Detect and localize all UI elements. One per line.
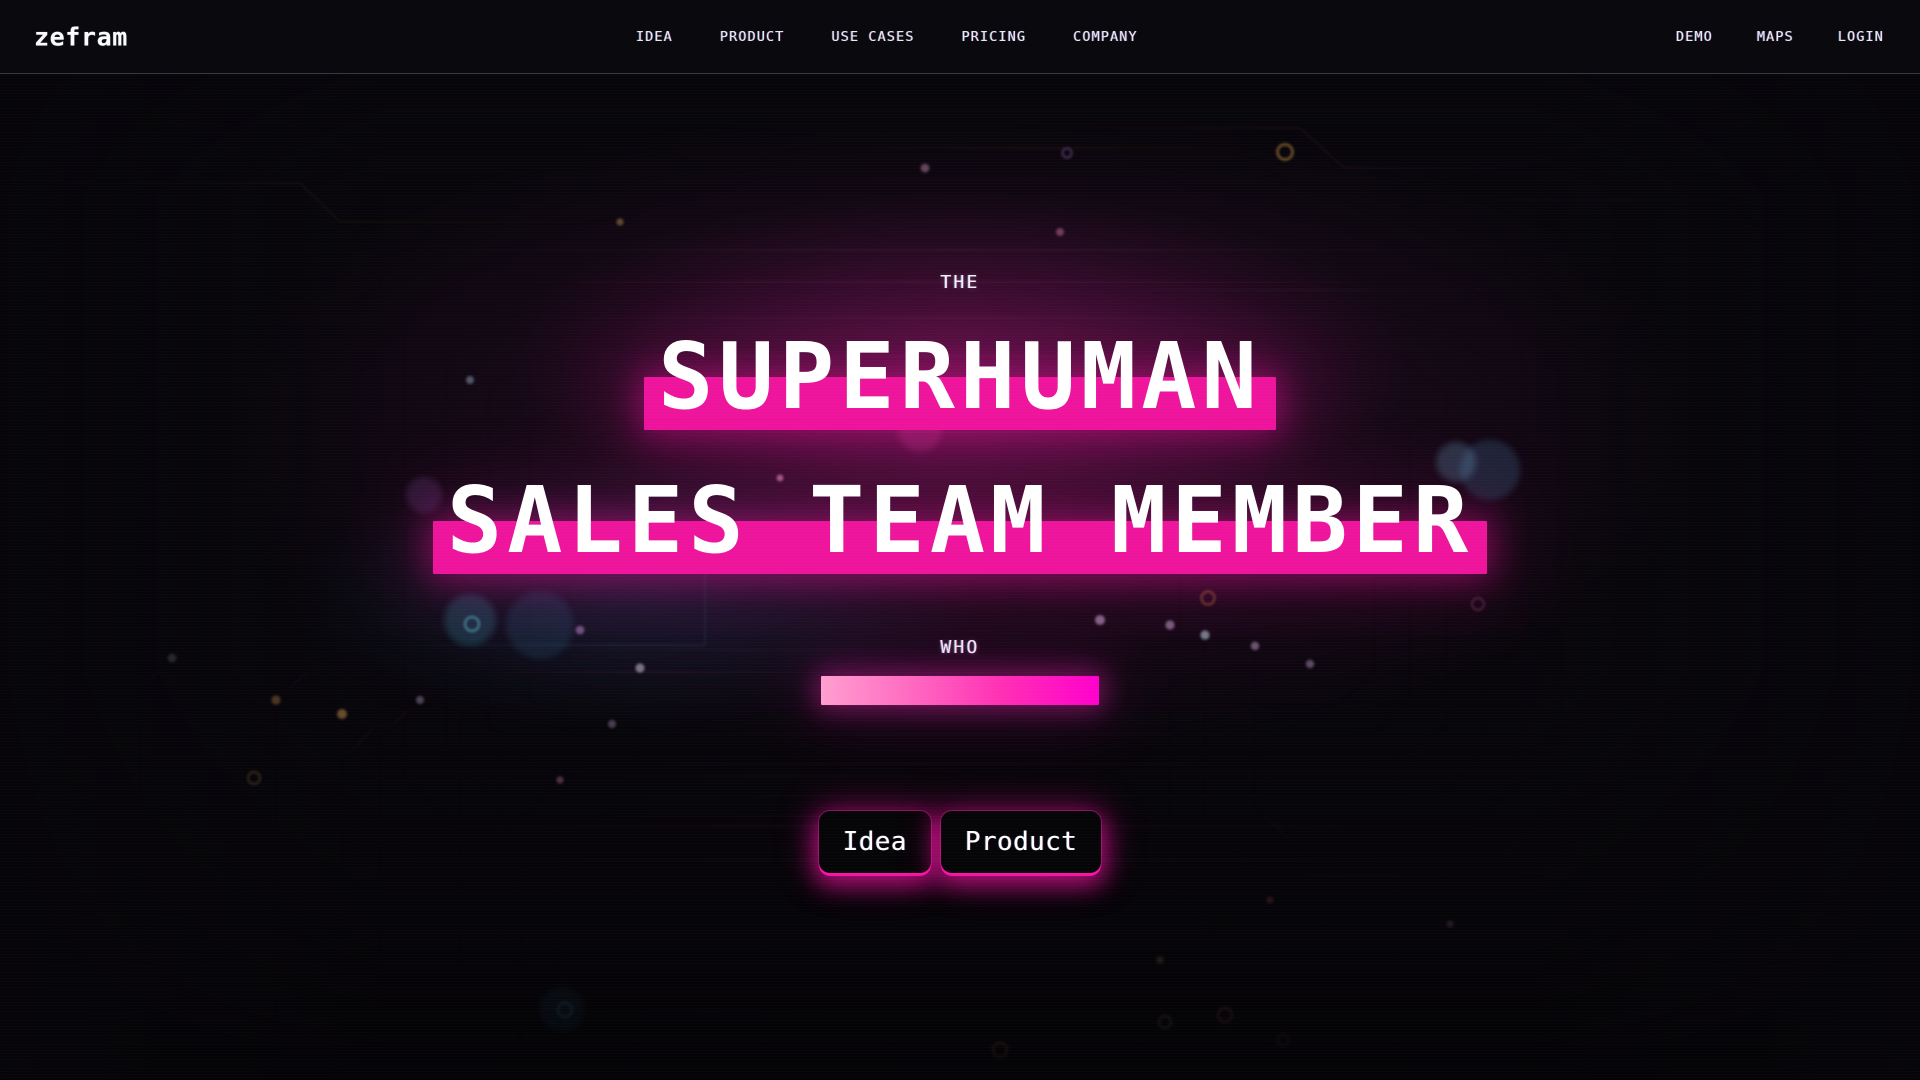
nav-item-maps[interactable]: MAPS (1757, 29, 1794, 45)
page-root: zefram IDEA PRODUCT USE CASES PRICING CO… (0, 0, 1920, 1080)
primary-navigation: IDEA PRODUCT USE CASES PRICING COMPANY (636, 29, 1138, 45)
nav-item-product[interactable]: PRODUCT (720, 29, 785, 45)
hero-headline-line-1-wrap: SUPERHUMAN (0, 293, 1920, 431)
site-header: zefram IDEA PRODUCT USE CASES PRICING CO… (0, 0, 1920, 74)
hero-headline-line-2: SALES TEAM MEMBER (446, 467, 1474, 574)
hero-kicker-bottom: WHO (940, 637, 980, 658)
hero-headline-line-2-wrap: SALES TEAM MEMBER (0, 423, 1920, 575)
nav-item-idea[interactable]: IDEA (636, 29, 673, 45)
hero-cta-group: Idea Product (818, 811, 1102, 873)
hero-section: THE SUPERHUMAN SALES TEAM MEMBER WHO Ide… (0, 74, 1920, 1080)
nav-item-company[interactable]: COMPANY (1073, 29, 1138, 45)
product-button[interactable]: Product (940, 811, 1102, 873)
nav-item-demo[interactable]: DEMO (1676, 29, 1713, 45)
hero-typing-bar[interactable] (821, 676, 1099, 705)
nav-item-pricing[interactable]: PRICING (962, 29, 1027, 45)
hero-headline-line-1: SUPERHUMAN (658, 323, 1262, 430)
nav-item-login[interactable]: LOGIN (1838, 29, 1884, 45)
utility-navigation: DEMO MAPS LOGIN (1676, 29, 1884, 45)
brand-logo[interactable]: zefram (34, 22, 128, 51)
hero-kicker-top: THE (940, 272, 980, 293)
idea-button[interactable]: Idea (818, 811, 931, 873)
nav-item-use-cases[interactable]: USE CASES (832, 29, 915, 45)
